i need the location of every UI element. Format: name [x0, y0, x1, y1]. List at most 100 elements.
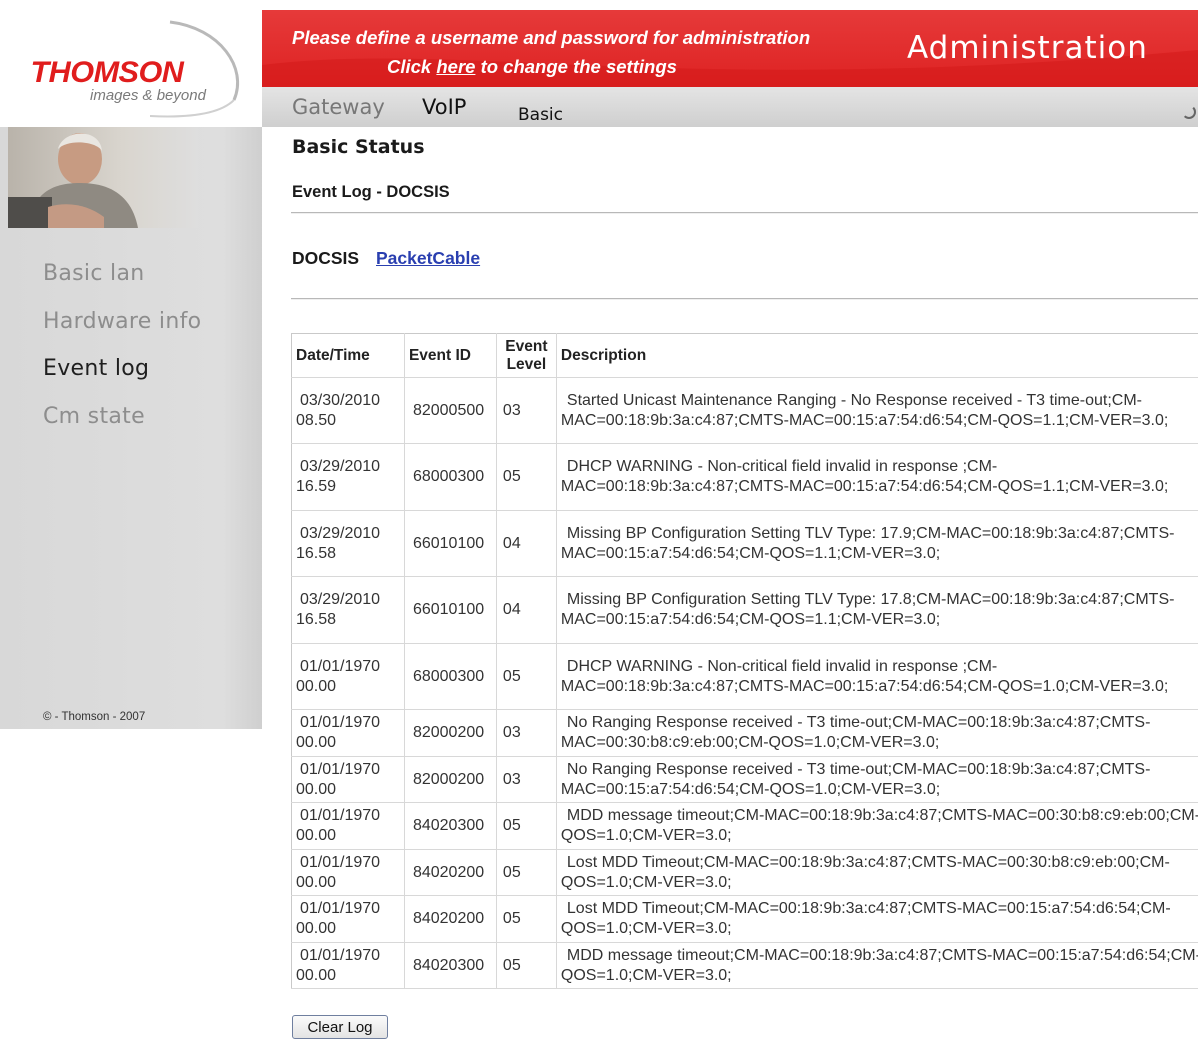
cell-description: Started Unicast Maintenance Ranging - No…	[556, 378, 1198, 444]
sidebar-item-cm-state[interactable]: Cm state	[43, 404, 145, 429]
cell-description-text: MDD message timeout;CM-MAC=00:18:9b:3a:c…	[561, 947, 1198, 984]
admin-notice-prefix: Click	[387, 56, 431, 77]
admin-notice-suffix: to change the settings	[481, 56, 677, 77]
cell-date: 01/01/1970	[296, 853, 400, 873]
cell-event-id: 66010100	[404, 511, 496, 577]
cell-date: 01/01/1970	[296, 806, 400, 826]
admin-notice: Please define a username and password fo…	[292, 27, 810, 49]
cell-datetime: 01/01/197000.00	[292, 710, 405, 757]
table-row: 03/29/201016.586601010004Missing BP Conf…	[292, 577, 1198, 644]
cell-date: 03/29/2010	[296, 524, 400, 544]
cell-datetime: 03/29/201016.58	[292, 577, 405, 644]
table-header-row: Date/Time Event ID Event Level Descripti…	[292, 334, 1198, 378]
cell-date: 03/30/2010	[296, 391, 400, 411]
cell-time: 00.00	[296, 874, 336, 891]
cell-date: 01/01/1970	[296, 899, 400, 919]
cell-description: Missing BP Configuration Setting TLV Typ…	[556, 577, 1198, 644]
cell-datetime: 01/01/197000.00	[292, 850, 405, 896]
cell-datetime: 03/29/201016.59	[292, 444, 405, 511]
col-header-datetime: Date/Time	[292, 334, 405, 378]
event-log-body: 03/30/201008.508200050003Started Unicast…	[292, 378, 1198, 989]
table-row: 01/01/197000.008200020003No Ranging Resp…	[292, 757, 1198, 803]
cell-datetime: 01/01/197000.00	[292, 757, 405, 803]
cell-description-text: No Ranging Response received - T3 time-o…	[561, 714, 1151, 751]
col-header-description: Description	[556, 334, 1198, 378]
cell-event-id: 68000300	[404, 444, 496, 511]
cell-description: DHCP WARNING - Non-critical field invali…	[556, 444, 1198, 511]
table-row: 01/01/197000.008200020003No Ranging Resp…	[292, 710, 1198, 757]
table-row: 01/01/197000.008402020005Lost MDD Timeou…	[292, 850, 1198, 896]
cell-description-text: DHCP WARNING - Non-critical field invali…	[561, 658, 1168, 695]
page-subtitle: Event Log - DOCSIS	[292, 183, 450, 202]
cell-description: MDD message timeout;CM-MAC=00:18:9b:3a:c…	[556, 803, 1198, 850]
cell-event-id: 68000300	[404, 644, 496, 710]
logo[interactable]: THOMSON images & beyond	[0, 0, 262, 127]
cell-event-level: 05	[496, 444, 556, 511]
cell-event-level: 04	[496, 511, 556, 577]
cell-description-text: DHCP WARNING - Non-critical field invali…	[561, 458, 1168, 495]
cell-datetime: 03/29/201016.58	[292, 511, 405, 577]
cell-description-text: Missing BP Configuration Setting TLV Typ…	[561, 591, 1175, 628]
user-photo	[8, 127, 198, 228]
cell-datetime: 01/01/197000.00	[292, 943, 405, 989]
cell-description: DHCP WARNING - Non-critical field invali…	[556, 644, 1198, 710]
cell-datetime: 01/01/197000.00	[292, 803, 405, 850]
cell-event-level: 05	[496, 896, 556, 943]
cell-time: 00.00	[296, 678, 336, 695]
cell-description: No Ranging Response received - T3 time-o…	[556, 710, 1198, 757]
here-link[interactable]: here	[436, 56, 475, 77]
divider	[291, 212, 1198, 214]
cell-time: 16.58	[296, 545, 336, 562]
sidebar-item-event-log[interactable]: Event log	[43, 356, 149, 381]
loading-spinner-icon	[1182, 105, 1196, 119]
cell-time: 00.00	[296, 967, 336, 984]
nav-tab-gateway[interactable]: Gateway	[292, 95, 385, 119]
cell-event-level: 03	[496, 757, 556, 803]
cell-description-text: Missing BP Configuration Setting TLV Typ…	[561, 525, 1175, 562]
cell-description-text: Started Unicast Maintenance Ranging - No…	[561, 392, 1168, 429]
admin-notice-line2: Click here to change the settings	[387, 56, 677, 78]
table-row: 01/01/197000.008402030005MDD message tim…	[292, 803, 1198, 850]
cell-datetime: 01/01/197000.00	[292, 644, 405, 710]
cell-time: 08.50	[296, 412, 336, 429]
cell-event-level: 03	[496, 378, 556, 444]
cell-description-text: No Ranging Response received - T3 time-o…	[561, 761, 1151, 798]
cell-date: 01/01/1970	[296, 760, 400, 780]
cell-date: 03/29/2010	[296, 457, 400, 477]
table-row: 01/01/197000.008402030005MDD message tim…	[292, 943, 1198, 989]
logo-wordmark: THOMSON	[31, 56, 184, 90]
cell-event-level: 03	[496, 710, 556, 757]
cell-event-id: 82000500	[404, 378, 496, 444]
cell-datetime: 01/01/197000.00	[292, 896, 405, 943]
cell-date: 01/01/1970	[296, 657, 400, 677]
cell-time: 00.00	[296, 827, 336, 844]
cell-description: Lost MDD Timeout;CM-MAC=00:18:9b:3a:c4:8…	[556, 896, 1198, 943]
col-header-event-id: Event ID	[404, 334, 496, 378]
cell-description-text: Lost MDD Timeout;CM-MAC=00:18:9b:3a:c4:8…	[561, 854, 1170, 891]
tab-docsis[interactable]: DOCSIS	[292, 248, 359, 269]
nav-tab-voip[interactable]: VoIP	[422, 95, 466, 119]
cell-event-id: 84020200	[404, 896, 496, 943]
cell-time: 00.00	[296, 920, 336, 937]
cell-event-id: 84020300	[404, 803, 496, 850]
event-log-table: Date/Time Event ID Event Level Descripti…	[291, 333, 1198, 989]
cell-description: No Ranging Response received - T3 time-o…	[556, 757, 1198, 803]
tab-packetcable[interactable]: PacketCable	[376, 248, 480, 269]
cell-event-id: 84020200	[404, 850, 496, 896]
col-header-event-level: Event Level	[496, 334, 556, 378]
sidebar-item-basic-lan[interactable]: Basic lan	[43, 261, 144, 286]
sidebar-item-hardware-info[interactable]: Hardware info	[43, 309, 201, 334]
cell-date: 01/01/1970	[296, 946, 400, 966]
cell-description-text: Lost MDD Timeout;CM-MAC=00:18:9b:3a:c4:8…	[561, 900, 1171, 937]
table-row: 03/30/201008.508200050003Started Unicast…	[292, 378, 1198, 444]
cell-datetime: 03/30/201008.50	[292, 378, 405, 444]
cell-event-id: 66010100	[404, 577, 496, 644]
copyright: © - Thomson - 2007	[43, 711, 145, 723]
cell-time: 16.58	[296, 611, 336, 628]
clear-log-button[interactable]: Clear Log	[292, 1015, 388, 1039]
cell-event-level: 05	[496, 943, 556, 989]
cell-description: Lost MDD Timeout;CM-MAC=00:18:9b:3a:c4:8…	[556, 850, 1198, 896]
header-banner: Please define a username and password fo…	[262, 10, 1198, 87]
nav-subtab-basic[interactable]: Basic	[518, 105, 563, 125]
page-section-title: Administration	[907, 30, 1148, 66]
